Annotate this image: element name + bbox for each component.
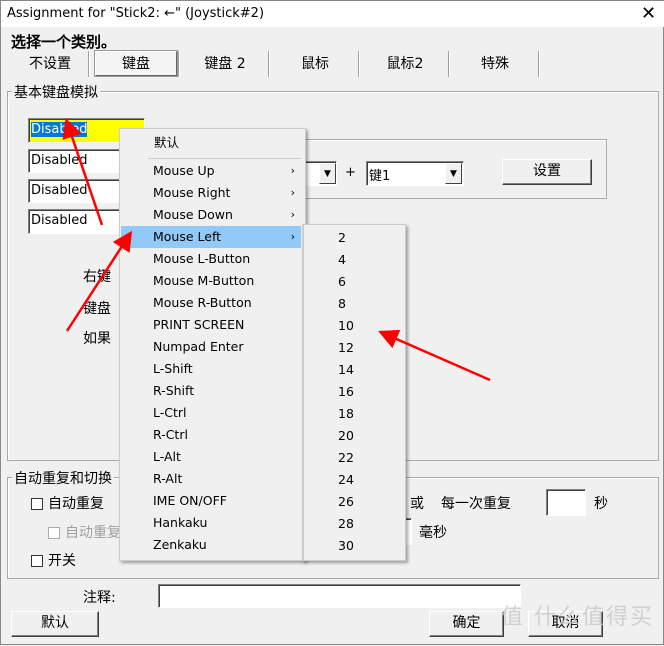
arrow-to-field bbox=[62, 117, 104, 226]
annotation-arrows bbox=[62, 117, 491, 382]
arrow-to-submenu bbox=[378, 329, 491, 382]
arrow-to-mouse-left bbox=[65, 230, 133, 332]
